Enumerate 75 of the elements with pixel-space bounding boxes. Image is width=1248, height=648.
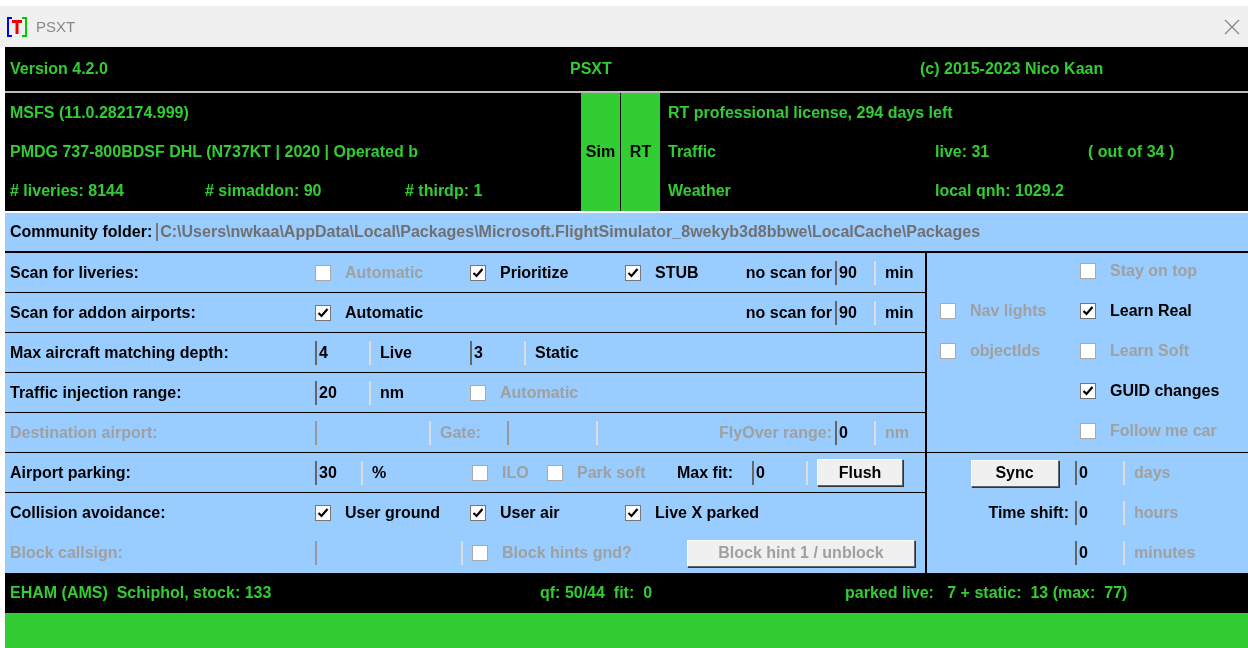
setting-label: Airport parking:: [10, 463, 132, 482]
unit-text: hours: [1133, 504, 1180, 522]
setting-text: nm: [885, 423, 909, 442]
status-text: EHAM (AMS) Schiphol, stock: 133: [10, 584, 273, 602]
checkbox-label[interactable]: Live X parked: [655, 504, 760, 522]
input-field[interactable]: 0: [1075, 461, 1125, 485]
setting-text: %: [372, 463, 387, 482]
checkbox[interactable]: [315, 505, 331, 521]
checkbox[interactable]: [1080, 382, 1096, 399]
info-value: live: 31: [935, 143, 991, 161]
setting-text: min: [885, 263, 914, 282]
count-text: # liveries: 8144: [10, 182, 125, 201]
checkbox-label[interactable]: Prioritize: [500, 263, 569, 282]
count-text: # simaddon: 90: [205, 182, 323, 201]
app-title: PSXT: [570, 60, 613, 78]
checkbox-label[interactable]: GUID changes: [1110, 381, 1220, 400]
input-field[interactable]: 0: [752, 460, 808, 485]
input-field[interactable]: 20: [315, 380, 371, 405]
setting-text: no scan for: [745, 303, 832, 322]
status-indicator: RT: [620, 93, 660, 211]
info-value: ( out of 34 ): [1088, 143, 1176, 161]
action-button[interactable]: Sync: [970, 459, 1059, 487]
input-field[interactable]: 90: [835, 260, 876, 285]
checkbox-label[interactable]: User ground: [345, 504, 441, 522]
status-text: parked live: 7 + static: 13 (max: 77): [845, 584, 1129, 602]
setting-text: nm: [380, 383, 404, 402]
action-button[interactable]: Flush: [817, 459, 903, 486]
unit-text: days: [1133, 464, 1172, 482]
version-label: Version 4.2.0: [10, 60, 109, 78]
checkbox-label[interactable]: Learn Real: [1110, 302, 1192, 321]
input-field[interactable]: 30: [315, 460, 363, 485]
status-indicator: Sim: [580, 93, 620, 211]
unit-text: minutes: [1133, 544, 1197, 562]
info-label: Traffic: [668, 143, 717, 161]
setting-label: Traffic injection range:: [10, 383, 183, 402]
count-text: # thirdp: 1: [405, 182, 484, 201]
info-label: Weather: [668, 182, 732, 201]
input-field[interactable]: 0: [1075, 541, 1125, 565]
setting-label: Block callsign:: [10, 544, 124, 562]
setting-text: Max fit:: [677, 463, 733, 482]
sim-info-text: MSFS (11.0.282174.999): [10, 103, 190, 122]
input-field[interactable]: 0: [1075, 501, 1125, 525]
setting-text: min: [885, 303, 914, 322]
setting-text: Gate:: [440, 423, 481, 442]
logo-icon: [6, 15, 28, 38]
checkbox-label[interactable]: STUB: [655, 263, 699, 282]
checkbox[interactable]: [315, 304, 331, 321]
info-value: local qnh: 1029.2: [935, 182, 1065, 201]
input-field[interactable]: 4: [315, 340, 371, 365]
window-title: PSXT: [36, 18, 77, 35]
close-icon[interactable]: [1224, 18, 1240, 35]
copyright-text: (c) 2015-2023 Nico Kaan: [920, 60, 1105, 78]
checkbox[interactable]: [625, 264, 641, 281]
input-field[interactable]: 3: [470, 340, 526, 365]
checkbox-label[interactable]: User air: [500, 504, 560, 522]
setting-text: no scan for: [745, 263, 832, 282]
setting-text: Time shift:: [988, 504, 1069, 522]
checkbox-label[interactable]: Automatic: [345, 303, 424, 322]
checkbox[interactable]: [470, 505, 486, 521]
status-text: qf: 50/44 fit: 0: [540, 584, 654, 602]
community-folder-label: Community folder:: [10, 223, 153, 241]
setting-label: Scan for addon airports:: [10, 303, 197, 322]
sim-info-text: PMDG 737-800BDSF DHL (N737KT | 2020 | Operated b: [10, 143, 419, 161]
setting-label: Max aircraft matching depth:: [10, 343, 230, 362]
checkbox[interactable]: [1080, 303, 1096, 320]
input-field[interactable]: 90: [835, 300, 876, 325]
setting-text: Static: [535, 343, 579, 362]
setting-text: FlyOver range:: [719, 423, 832, 442]
checkbox[interactable]: [470, 264, 486, 281]
license-text: RT professional license, 294 days left: [668, 103, 954, 122]
setting-text: Live: [380, 343, 412, 362]
setting-label: Collision avoidance:: [10, 504, 167, 522]
checkbox[interactable]: [625, 505, 641, 521]
setting-label: Scan for liveries:: [10, 263, 140, 282]
setting-label: Destination airport:: [10, 423, 159, 442]
